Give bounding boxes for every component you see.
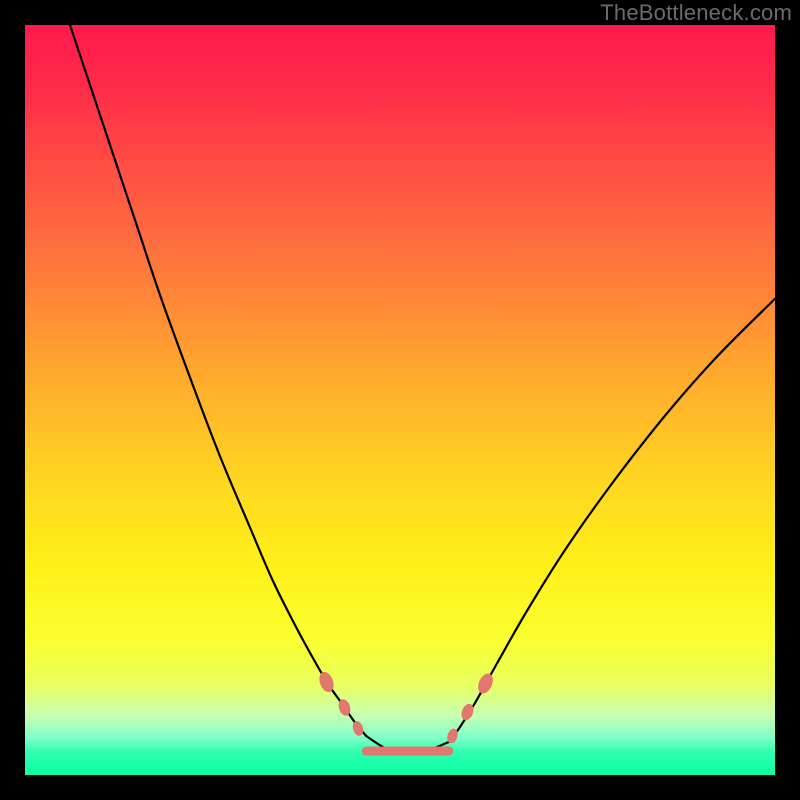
marker-group (317, 671, 495, 744)
curve-left-branch (70, 25, 366, 736)
curve-right-branch (449, 299, 775, 742)
marker-left-low (352, 720, 365, 736)
marker-right-upper (476, 672, 495, 695)
chart-frame (25, 25, 775, 775)
watermark-text: TheBottleneck.com (600, 0, 792, 26)
bottleneck-curve-plot (25, 25, 775, 775)
